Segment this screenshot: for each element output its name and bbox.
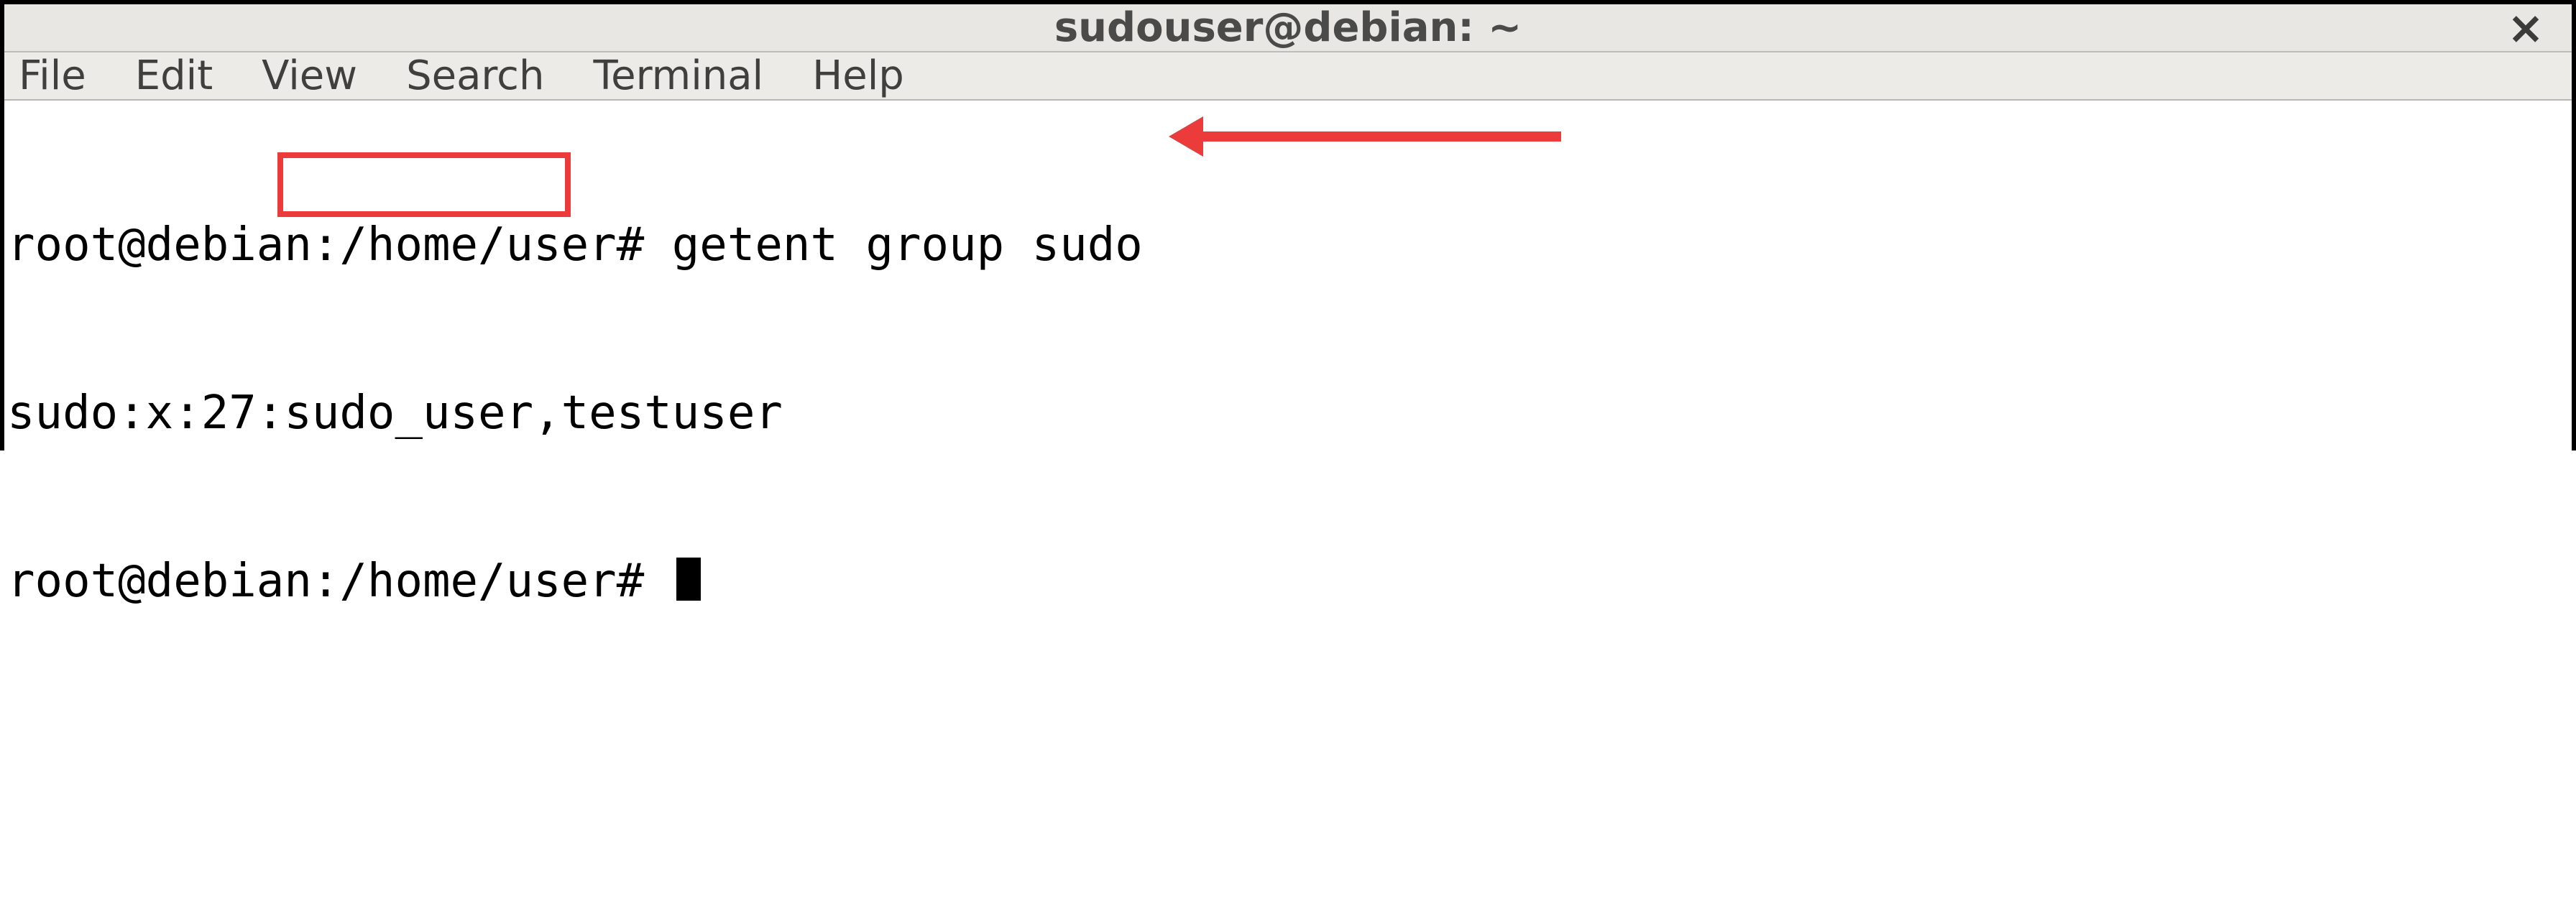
annotation-arrow-icon	[1169, 115, 1571, 158]
terminal-viewport[interactable]: root@debian:/home/user# getent group sud…	[4, 101, 2572, 901]
annotation-highlight-box	[277, 152, 571, 217]
prompt: root@debian:/home/user#	[7, 218, 672, 272]
command-text: getent group sudo	[672, 218, 1143, 272]
terminal-line-2: sudo:x:27:sudo_user,testuser	[7, 385, 2569, 441]
prompt: root@debian:/home/user#	[7, 555, 672, 608]
output-suffix: ,testuser	[533, 387, 783, 440]
menu-bar: File Edit View Search Terminal Help	[4, 52, 2572, 101]
output-highlighted: sudo_user	[284, 387, 533, 440]
output-prefix: sudo:x:27:	[7, 387, 284, 440]
terminal-line-1: root@debian:/home/user# getent group sud…	[7, 217, 2569, 273]
title-bar: sudouser@debian: ~ ×	[4, 4, 2572, 52]
cursor-block-icon	[676, 558, 701, 601]
menu-view[interactable]: View	[262, 52, 357, 99]
close-icon[interactable]: ×	[2507, 6, 2544, 50]
terminal-line-3: root@debian:/home/user#	[7, 553, 2569, 609]
menu-search[interactable]: Search	[406, 52, 544, 99]
menu-help[interactable]: Help	[812, 52, 904, 99]
menu-file[interactable]: File	[19, 52, 86, 99]
window-title: sudouser@debian: ~	[4, 4, 2572, 51]
terminal-window: sudouser@debian: ~ × File Edit View Sear…	[0, 0, 2576, 450]
menu-edit[interactable]: Edit	[135, 52, 213, 99]
menu-terminal[interactable]: Terminal	[593, 52, 763, 99]
